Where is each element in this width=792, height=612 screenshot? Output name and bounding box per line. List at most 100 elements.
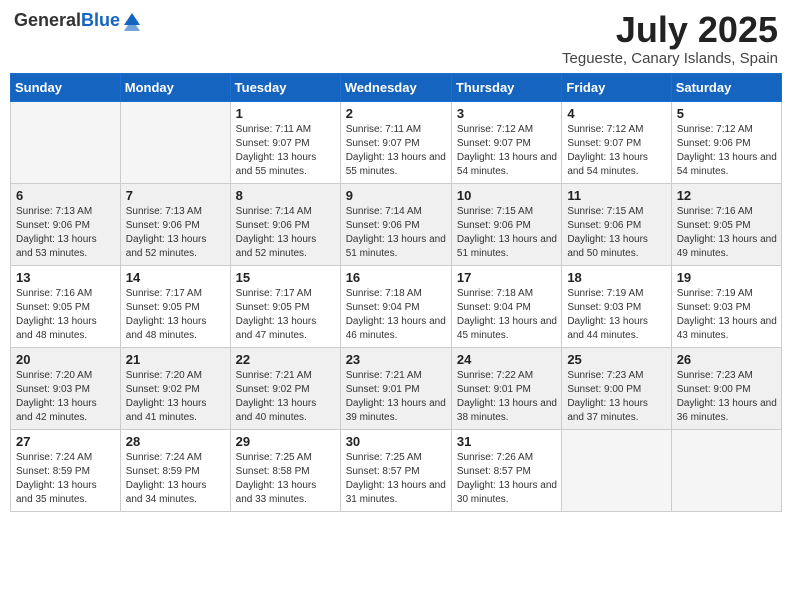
day-number: 27 xyxy=(16,434,116,449)
day-info: Sunrise: 7:17 AM Sunset: 9:05 PM Dayligh… xyxy=(126,287,226,343)
day-number: 5 xyxy=(677,106,777,121)
calendar-cell: 19 Sunrise: 7:19 AM Sunset: 9:03 PM Dayli… xyxy=(671,265,781,347)
day-info: Sunrise: 7:19 AM Sunset: 9:03 PM Dayligh… xyxy=(567,287,666,343)
title-block: July 2025 Tegueste, Canary Islands, Spai… xyxy=(562,10,778,67)
day-number: 25 xyxy=(567,352,666,367)
calendar-cell: 2 Sunrise: 7:11 AM Sunset: 9:07 PM Daylig… xyxy=(340,101,451,183)
calendar-cell: 22Sunrise: 7:21 AM Sunset: 9:02 PM Dayli… xyxy=(230,347,340,429)
calendar-header-row: SundayMondayTuesdayWednesdayThursdayFrid… xyxy=(11,73,782,101)
day-number: 31 xyxy=(457,434,557,449)
month-year: July 2025 xyxy=(562,10,778,50)
calendar-table: SundayMondayTuesdayWednesdayThursdayFrid… xyxy=(10,73,782,512)
day-number: 9 xyxy=(346,188,447,203)
calendar-cell: 28Sunrise: 7:24 AM Sunset: 8:59 PM Dayli… xyxy=(120,429,230,511)
day-info: Sunrise: 7:23 AM Sunset: 9:00 PM Dayligh… xyxy=(567,369,666,425)
day-info: Sunrise: 7:16 AM Sunset: 9:05 PM Dayligh… xyxy=(677,205,777,261)
calendar-cell: 26 Sunrise: 7:23 AM Sunset: 9:00 PM Dayli… xyxy=(671,347,781,429)
calendar-cell: 20Sunrise: 7:20 AM Sunset: 9:03 PM Dayli… xyxy=(11,347,121,429)
weekday-header: Thursday xyxy=(451,73,561,101)
day-info: Sunrise: 7:17 AM Sunset: 9:05 PM Dayligh… xyxy=(236,287,336,343)
weekday-header: Tuesday xyxy=(230,73,340,101)
calendar-cell: 11 Sunrise: 7:15 AM Sunset: 9:06 PM Dayli… xyxy=(562,183,671,265)
logo: GeneralBlue xyxy=(14,10,142,31)
page-header: GeneralBlue July 2025 Tegueste, Canary I… xyxy=(10,10,782,67)
day-info: Sunrise: 7:12 AM Sunset: 9:07 PM Dayligh… xyxy=(457,123,557,179)
calendar-week-row: 6Sunrise: 7:13 AM Sunset: 9:06 PM Daylig… xyxy=(11,183,782,265)
logo-blue: Blue xyxy=(81,10,120,30)
location: Tegueste, Canary Islands, Spain xyxy=(562,50,778,67)
day-info: Sunrise: 7:12 AM Sunset: 9:06 PM Dayligh… xyxy=(677,123,777,179)
day-info: Sunrise: 7:24 AM Sunset: 8:59 PM Dayligh… xyxy=(16,451,116,507)
day-number: 15 xyxy=(236,270,336,285)
logo-general: General xyxy=(14,10,81,30)
calendar-cell: 1Sunrise: 7:11 AM Sunset: 9:07 PM Daylig… xyxy=(230,101,340,183)
day-number: 14 xyxy=(126,270,226,285)
day-info: Sunrise: 7:23 AM Sunset: 9:00 PM Dayligh… xyxy=(677,369,777,425)
day-number: 16 xyxy=(346,270,447,285)
day-info: Sunrise: 7:15 AM Sunset: 9:06 PM Dayligh… xyxy=(567,205,666,261)
day-info: Sunrise: 7:13 AM Sunset: 9:06 PM Dayligh… xyxy=(16,205,116,261)
weekday-header: Friday xyxy=(562,73,671,101)
day-number: 23 xyxy=(346,352,447,367)
day-number: 4 xyxy=(567,106,666,121)
calendar-cell: 18 Sunrise: 7:19 AM Sunset: 9:03 PM Dayli… xyxy=(562,265,671,347)
calendar-week-row: 13 Sunrise: 7:16 AM Sunset: 9:05 PM Dayli… xyxy=(11,265,782,347)
day-number: 2 xyxy=(346,106,447,121)
calendar-cell xyxy=(562,429,671,511)
calendar-cell: 4 Sunrise: 7:12 AM Sunset: 9:07 PM Daylig… xyxy=(562,101,671,183)
calendar-cell: 14 Sunrise: 7:17 AM Sunset: 9:05 PM Dayli… xyxy=(120,265,230,347)
logo-icon xyxy=(122,11,142,31)
weekday-header: Saturday xyxy=(671,73,781,101)
day-number: 22 xyxy=(236,352,336,367)
day-info: Sunrise: 7:25 AM Sunset: 8:57 PM Dayligh… xyxy=(346,451,447,507)
day-info: Sunrise: 7:20 AM Sunset: 9:02 PM Dayligh… xyxy=(126,369,226,425)
calendar-cell: 10Sunrise: 7:15 AM Sunset: 9:06 PM Dayli… xyxy=(451,183,561,265)
day-info: Sunrise: 7:22 AM Sunset: 9:01 PM Dayligh… xyxy=(457,369,557,425)
calendar-week-row: 1 Sunrise: 7:11 AM Sunset: 9:07 PM Daylig… xyxy=(11,101,782,183)
calendar-cell: 21 Sunrise: 7:20 AM Sunset: 9:02 PM Dayli… xyxy=(120,347,230,429)
calendar-cell: 25 Sunrise: 7:23 AM Sunset: 9:00 PM Dayli… xyxy=(562,347,671,429)
calendar-cell: 8Sunrise: 7:14 AM Sunset: 9:06 PM Daylig… xyxy=(230,183,340,265)
day-number: 11 xyxy=(567,188,666,203)
day-info: Sunrise: 7:25 AM Sunset: 8:58 PM Dayligh… xyxy=(236,451,336,507)
day-number: 1 xyxy=(236,106,336,121)
calendar-cell: 9 Sunrise: 7:14 AM Sunset: 9:06 PM Daylig… xyxy=(340,183,451,265)
day-number: 20 xyxy=(16,352,116,367)
calendar-cell: 3 Sunrise: 7:12 AM Sunset: 9:07 PM Daylig… xyxy=(451,101,561,183)
day-number: 19 xyxy=(677,270,777,285)
weekday-header: Wednesday xyxy=(340,73,451,101)
calendar-cell: 29 Sunrise: 7:25 AM Sunset: 8:58 PM Dayli… xyxy=(230,429,340,511)
calendar-week-row: 20Sunrise: 7:20 AM Sunset: 9:03 PM Dayli… xyxy=(11,347,782,429)
calendar-cell: 13 Sunrise: 7:16 AM Sunset: 9:05 PM Dayli… xyxy=(11,265,121,347)
day-number: 21 xyxy=(126,352,226,367)
day-number: 17 xyxy=(457,270,557,285)
day-info: Sunrise: 7:11 AM Sunset: 9:07 PM Dayligh… xyxy=(346,123,447,179)
calendar-cell xyxy=(120,101,230,183)
calendar-cell: 31 Sunrise: 7:26 AM Sunset: 8:57 PM Dayli… xyxy=(451,429,561,511)
day-number: 18 xyxy=(567,270,666,285)
day-info: Sunrise: 7:14 AM Sunset: 9:06 PM Dayligh… xyxy=(346,205,447,261)
calendar-cell: 5 Sunrise: 7:12 AM Sunset: 9:06 PM Daylig… xyxy=(671,101,781,183)
day-number: 8 xyxy=(236,188,336,203)
calendar-cell xyxy=(11,101,121,183)
day-number: 3 xyxy=(457,106,557,121)
calendar-cell: 23Sunrise: 7:21 AM Sunset: 9:01 PM Dayli… xyxy=(340,347,451,429)
calendar-cell: 15 Sunrise: 7:17 AM Sunset: 9:05 PM Dayli… xyxy=(230,265,340,347)
day-info: Sunrise: 7:26 AM Sunset: 8:57 PM Dayligh… xyxy=(457,451,557,507)
calendar-cell: 7Sunrise: 7:13 AM Sunset: 9:06 PM Daylig… xyxy=(120,183,230,265)
calendar-cell: 30 Sunrise: 7:25 AM Sunset: 8:57 PM Dayli… xyxy=(340,429,451,511)
calendar-cell: 16 Sunrise: 7:18 AM Sunset: 9:04 PM Dayli… xyxy=(340,265,451,347)
calendar-cell: 27 Sunrise: 7:24 AM Sunset: 8:59 PM Dayli… xyxy=(11,429,121,511)
day-number: 29 xyxy=(236,434,336,449)
day-info: Sunrise: 7:16 AM Sunset: 9:05 PM Dayligh… xyxy=(16,287,116,343)
weekday-header: Sunday xyxy=(11,73,121,101)
day-number: 12 xyxy=(677,188,777,203)
day-info: Sunrise: 7:19 AM Sunset: 9:03 PM Dayligh… xyxy=(677,287,777,343)
day-number: 28 xyxy=(126,434,226,449)
day-info: Sunrise: 7:12 AM Sunset: 9:07 PM Dayligh… xyxy=(567,123,666,179)
day-info: Sunrise: 7:18 AM Sunset: 9:04 PM Dayligh… xyxy=(346,287,447,343)
day-number: 26 xyxy=(677,352,777,367)
day-number: 30 xyxy=(346,434,447,449)
calendar-cell xyxy=(671,429,781,511)
day-number: 13 xyxy=(16,270,116,285)
